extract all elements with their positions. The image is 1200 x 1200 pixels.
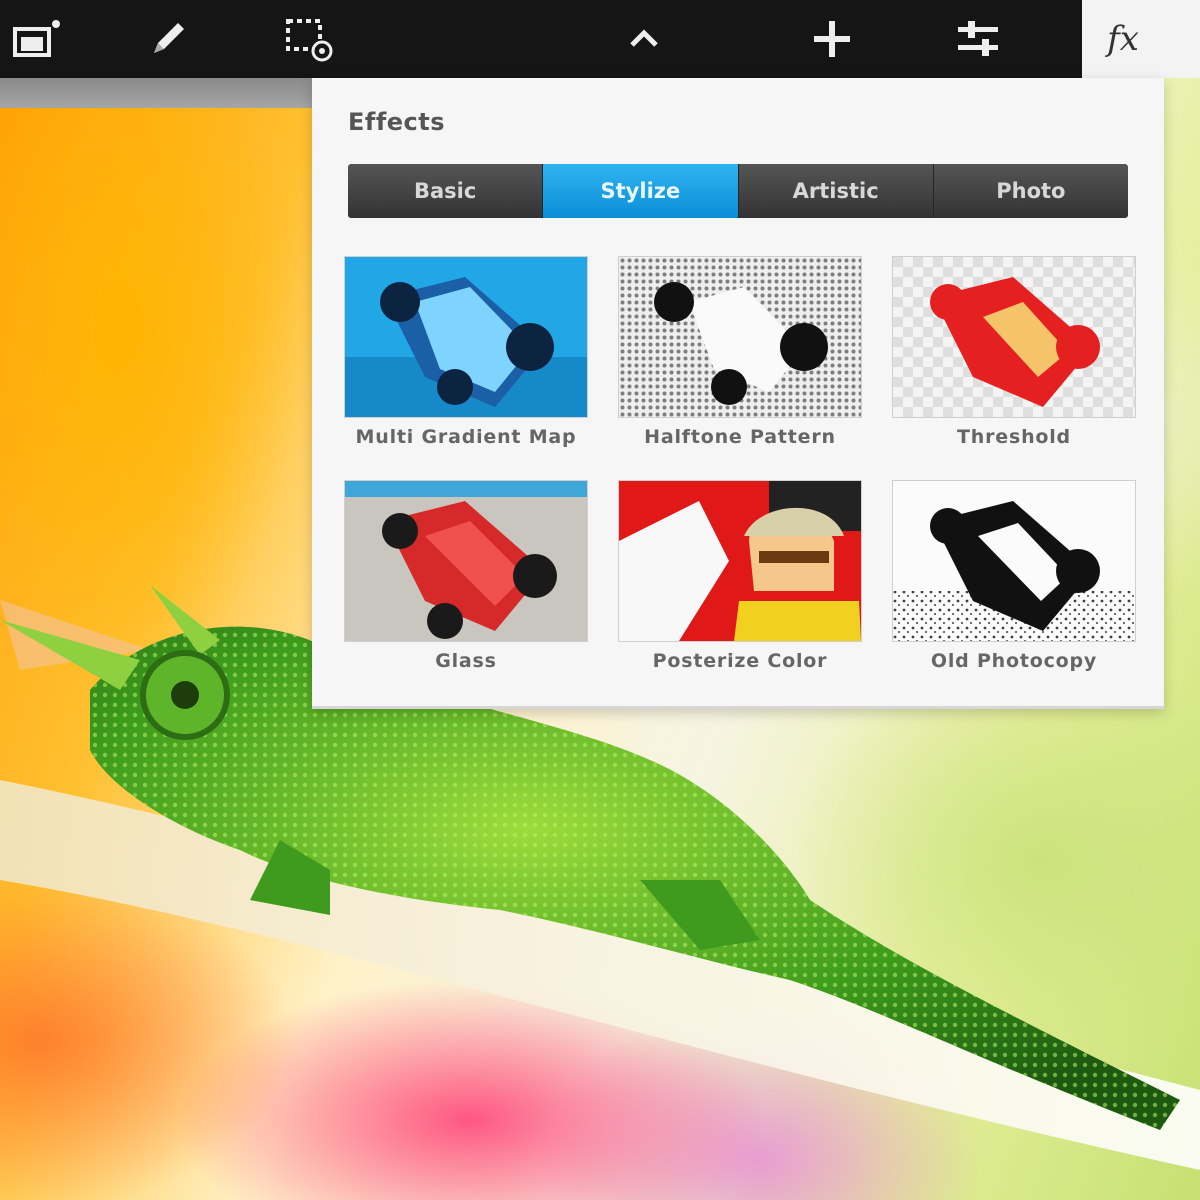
pencil-icon[interactable] xyxy=(130,0,206,78)
effect-multi-gradient-map[interactable]: Multi Gradient Map xyxy=(344,256,588,448)
tab-stylize[interactable]: Stylize xyxy=(543,164,739,218)
effect-label: Threshold xyxy=(957,426,1071,448)
effect-thumbnail xyxy=(892,256,1136,418)
tab-artistic[interactable]: Artistic xyxy=(739,164,934,218)
sliders-icon[interactable] xyxy=(940,0,1016,78)
effect-threshold[interactable]: Threshold xyxy=(892,256,1136,448)
effects-tab-bar: Basic Stylize Artistic Photo xyxy=(348,164,1128,218)
effect-thumbnail xyxy=(618,480,862,642)
toolbar-edge xyxy=(1164,0,1200,78)
effects-panel: Effects Basic Stylize Artistic Photo Mul… xyxy=(312,78,1164,709)
effect-label: Halftone Pattern xyxy=(644,426,836,448)
tab-photo[interactable]: Photo xyxy=(934,164,1128,218)
effect-halftone-pattern[interactable]: Halftone Pattern xyxy=(618,256,862,448)
tab-basic[interactable]: Basic xyxy=(348,164,544,218)
effect-glass[interactable]: Glass xyxy=(344,480,588,672)
fx-label: fx xyxy=(1107,19,1139,59)
plus-icon[interactable] xyxy=(794,0,870,78)
effect-thumbnail xyxy=(892,480,1136,642)
effect-label: Multi Gradient Map xyxy=(355,426,577,448)
effect-posterize-color[interactable]: Posterize Color xyxy=(618,480,862,672)
top-toolbar: fx xyxy=(0,0,1200,78)
image-icon[interactable] xyxy=(0,0,76,78)
fx-button[interactable]: fx xyxy=(1082,0,1164,78)
chevron-up-icon[interactable] xyxy=(606,0,682,78)
effect-label: Glass xyxy=(435,650,497,672)
selection-icon[interactable] xyxy=(272,0,348,78)
effect-old-photocopy[interactable]: Old Photocopy xyxy=(892,480,1136,672)
toolbar-shadow-strip xyxy=(0,78,312,108)
effect-label: Old Photocopy xyxy=(930,650,1098,672)
effect-thumbnail xyxy=(344,480,588,642)
panel-title: Effects xyxy=(348,108,446,136)
effect-thumbnail xyxy=(344,256,588,418)
effect-thumbnail xyxy=(618,256,862,418)
effect-label: Posterize Color xyxy=(652,650,828,672)
